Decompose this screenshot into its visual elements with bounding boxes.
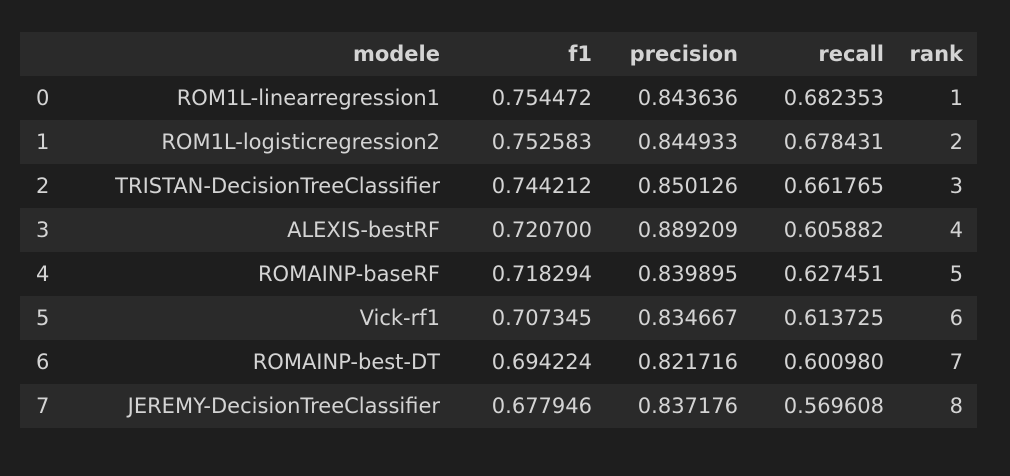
results-table: modele f1 precision recall rank 0 ROM1L-l… — [20, 32, 977, 428]
cell-precision: 0.843636 — [637, 86, 738, 110]
cell-f1: 0.754472 — [491, 86, 592, 110]
row-index: 4 — [36, 262, 50, 286]
cell-precision: 0.837176 — [637, 394, 738, 418]
cell-f1: 0.720700 — [491, 218, 592, 242]
row-index: 1 — [36, 130, 50, 154]
column-header-f1: f1 — [568, 42, 592, 66]
row-index: 6 — [36, 350, 50, 374]
table-row: 1 ROM1L-logisticregression2 0.752583 0.8449… — [20, 120, 977, 164]
cell-f1: 0.718294 — [491, 262, 592, 286]
cell-modele: ROM1L-linearregression1 — [176, 86, 440, 110]
cell-rank: 5 — [949, 262, 963, 286]
cell-modele: ROM1L-logisticregression2 — [161, 130, 440, 154]
cell-recall: 0.627451 — [783, 262, 884, 286]
cell-precision: 0.844933 — [637, 130, 738, 154]
row-index: 5 — [36, 306, 50, 330]
cell-rank: 7 — [949, 350, 963, 374]
cell-rank: 8 — [949, 394, 963, 418]
table-row: 7 JEREMY-DecisionTreeClassifier 0.677946 0.… — [20, 384, 977, 428]
cell-modele: TRISTAN-DecisionTreeClassifier — [115, 174, 440, 198]
cell-modele: ALEXIS-bestRF — [287, 218, 440, 242]
row-index: 3 — [36, 218, 50, 242]
cell-recall: 0.661765 — [783, 174, 884, 198]
cell-f1: 0.752583 — [491, 130, 592, 154]
cell-precision: 0.821716 — [637, 350, 738, 374]
column-header-rank: rank — [909, 42, 963, 66]
cell-recall: 0.682353 — [783, 86, 884, 110]
cell-rank: 2 — [949, 130, 963, 154]
cell-precision: 0.850126 — [637, 174, 738, 198]
table-row: 5 Vick-rf1 0.707345 0.834667 0.613725 6 — [20, 296, 977, 340]
column-header-recall: recall — [818, 42, 884, 66]
column-header-modele: modele — [352, 42, 440, 66]
cell-rank: 1 — [949, 86, 963, 110]
table-row: 2 TRISTAN-DecisionTreeClassifier 0.744212 0… — [20, 164, 977, 208]
table-row: 0 ROM1L-linearregression1 0.754472 0.843636… — [20, 76, 977, 120]
table-row: 6 ROMAINP-best-DT 0.694224 0.821716 0.600980… — [20, 340, 977, 384]
cell-f1: 0.694224 — [491, 350, 592, 374]
cell-recall: 0.678431 — [783, 130, 884, 154]
cell-f1: 0.707345 — [491, 306, 592, 330]
cell-rank: 3 — [949, 174, 963, 198]
cell-f1: 0.677946 — [491, 394, 592, 418]
header-row: modele f1 precision recall rank — [20, 32, 977, 76]
row-index: 0 — [36, 86, 50, 110]
cell-recall: 0.613725 — [783, 306, 884, 330]
cell-f1: 0.744212 — [491, 174, 592, 198]
cell-precision: 0.834667 — [637, 306, 738, 330]
column-header-precision: precision — [629, 42, 738, 66]
row-index: 7 — [36, 394, 50, 418]
cell-modele: JEREMY-DecisionTreeClassifier — [127, 394, 440, 418]
cell-recall: 0.569608 — [783, 394, 884, 418]
table-row: 4 ROMAINP-baseRF 0.718294 0.839895 0.627451 5 — [20, 252, 977, 296]
table-row: 3 ALEXIS-bestRF 0.720700 0.889209 0.605882 4 — [20, 208, 977, 252]
index-header — [20, 32, 76, 76]
dataframe-output: modele f1 precision recall rank 0 ROM1L-l… — [20, 32, 977, 428]
cell-rank: 6 — [949, 306, 963, 330]
cell-recall: 0.600980 — [783, 350, 884, 374]
cell-precision: 0.839895 — [637, 262, 738, 286]
cell-rank: 4 — [949, 218, 963, 242]
cell-precision: 0.889209 — [637, 218, 738, 242]
cell-modele: ROMAINP-baseRF — [257, 262, 440, 286]
row-index: 2 — [36, 174, 50, 198]
cell-recall: 0.605882 — [783, 218, 884, 242]
cell-modele: ROMAINP-best-DT — [252, 350, 440, 374]
cell-modele: Vick-rf1 — [359, 306, 440, 330]
